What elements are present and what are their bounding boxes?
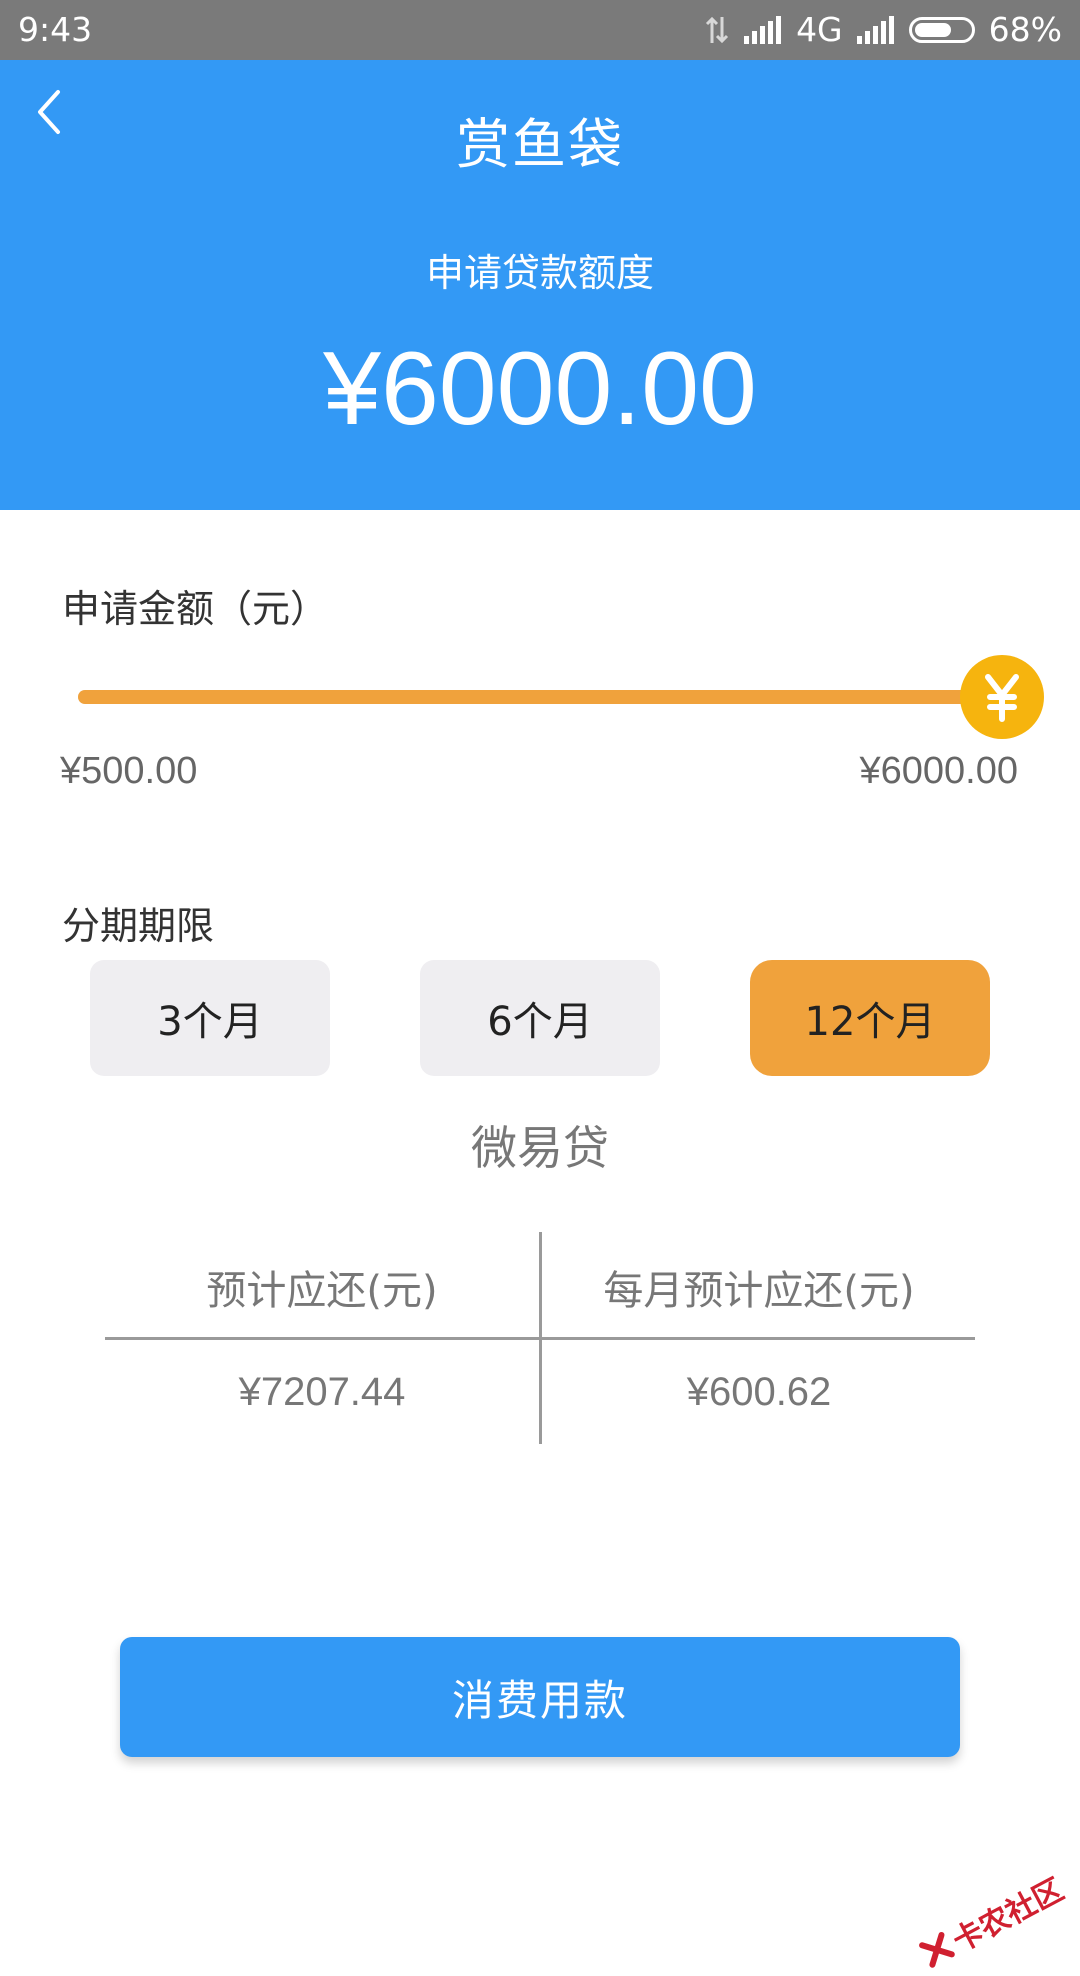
watermark: 卡农社区: [913, 1865, 1070, 1976]
watermark-text: 卡农社区: [947, 1872, 1070, 1960]
data-transfer-icon: [704, 15, 730, 45]
signal-icon: [744, 15, 782, 44]
product-name: 微易贷: [471, 1121, 609, 1175]
yuan-icon: [985, 674, 1019, 722]
status-bar: 9:43 4G 68%: [0, 0, 1080, 60]
total-repay-value: ¥7207.44: [238, 1370, 406, 1414]
status-time: 9:43: [18, 10, 93, 49]
monthly-repay-header: 每月预计应还(元): [603, 1268, 915, 1314]
amount-label: 申请金额（元）: [62, 587, 329, 631]
quota-label: 申请贷款额度: [425, 251, 654, 295]
submit-button[interactable]: 消费用款: [120, 1637, 960, 1757]
slider-knob[interactable]: [960, 655, 1044, 739]
term-option-3-months[interactable]: 3个月: [90, 960, 330, 1076]
amount-min: ¥500.00: [60, 750, 198, 792]
header: 赏鱼袋 申请贷款额度 ¥6000.00: [0, 60, 1080, 510]
term-option-12-months[interactable]: 12个月: [750, 960, 990, 1076]
signal-icon-2: [856, 15, 895, 44]
battery-level: [914, 22, 952, 37]
amount-slider[interactable]: [78, 655, 1044, 739]
quota-amount: ¥6000.00: [323, 331, 757, 447]
table-divider-horizontal: [105, 1337, 975, 1340]
term-option-6-months[interactable]: 6个月: [420, 960, 660, 1076]
network-type: 4G: [796, 10, 843, 49]
term-label: 分期期限: [62, 904, 215, 948]
slider-fill: [78, 690, 1002, 704]
amount-max: ¥6000.00: [859, 750, 1019, 792]
page-title: 赏鱼袋: [456, 113, 624, 176]
total-repay-header: 预计应还(元): [206, 1268, 438, 1314]
battery-percent: 68%: [988, 10, 1062, 49]
status-icons: 4G 68%: [704, 10, 1062, 49]
monthly-repay-value: ¥600.62: [686, 1370, 832, 1414]
repayment-table: 预计应还(元) 每月预计应还(元) ¥7207.44 ¥600.62: [105, 1232, 975, 1444]
battery-icon: [908, 16, 975, 43]
